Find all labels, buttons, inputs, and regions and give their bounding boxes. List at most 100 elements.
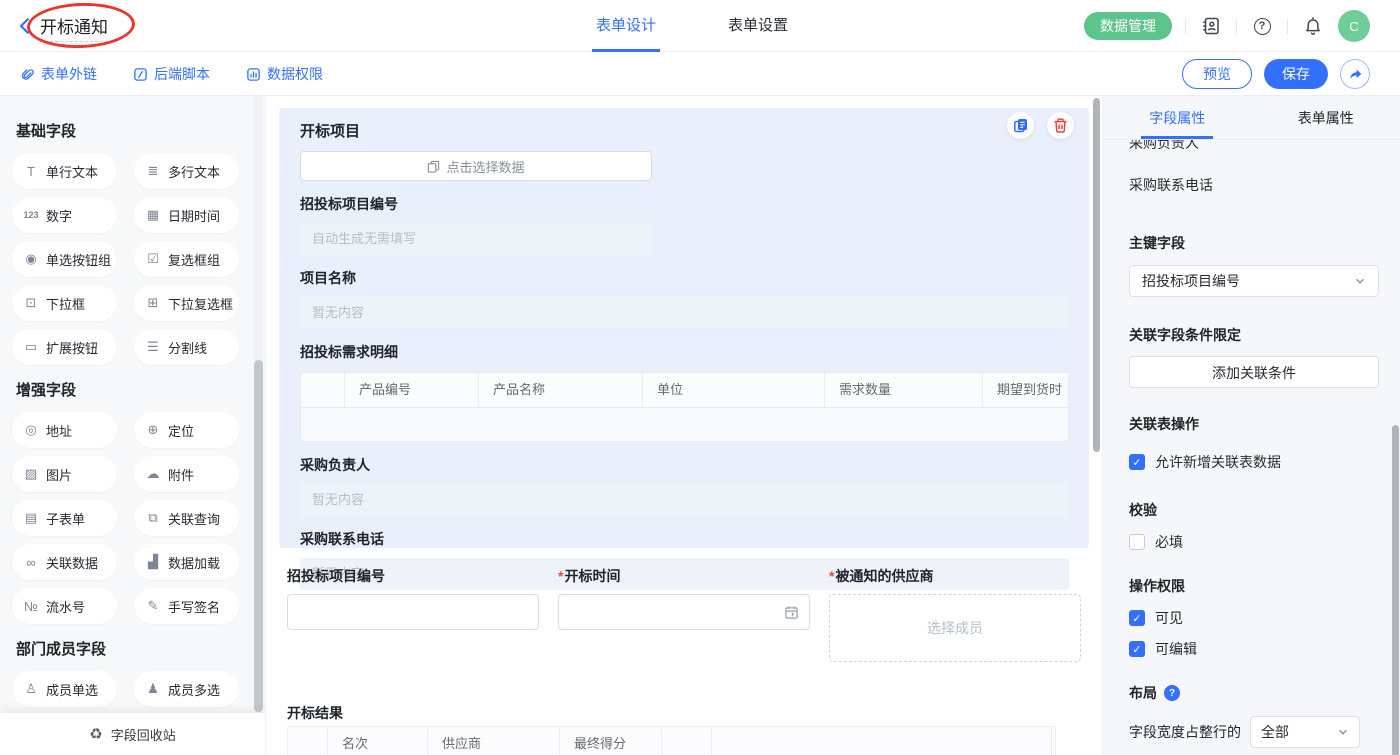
result-table-wrap: 名次供应商最终得分 [287, 726, 1056, 755]
properties-panel: 字段属性 表单属性 采购负责人 采购联系电话 主键字段 招投标项目编号 关联字段… [1102, 96, 1400, 755]
notification-bell-icon[interactable] [1301, 14, 1325, 38]
field-pill-text-single[interactable]: T单行文本 [12, 153, 117, 189]
field-pill-attachment[interactable]: ☁附件 [134, 456, 239, 492]
field-pill-datetime[interactable]: ▦日期时间 [134, 197, 239, 233]
field-pill-checkbox-group[interactable]: ☑复选框组 [134, 241, 239, 277]
delete-button[interactable] [1047, 112, 1074, 139]
checkbox-checked[interactable]: ✓ [1129, 610, 1145, 626]
help-icon[interactable]: ? [1250, 14, 1274, 38]
recycle-label: 字段回收站 [111, 725, 176, 744]
form-canvas[interactable]: 开标项目 点击选择数据 招投标项目编号 自动生成无需填写 项目名称 暂无内容 招… [265, 96, 1102, 755]
field-pill-member-single[interactable]: ♙成员单选 [12, 671, 117, 707]
field-label: 招投标项目编号 [287, 566, 539, 583]
table-column-header: 期望到货时 [983, 373, 1069, 407]
checkbox-checked[interactable]: ✓ [1129, 641, 1145, 657]
field-pill-subform[interactable]: ▤子表单 [12, 500, 117, 536]
group-title: 开标项目 [300, 120, 1069, 141]
field-pill-signature[interactable]: ✎手写签名 [134, 588, 239, 624]
checkbox-checked[interactable]: ✓ [1129, 454, 1145, 470]
divider [1236, 19, 1237, 34]
link-label: 后端脚本 [154, 64, 210, 84]
field-pill-image[interactable]: ▨图片 [12, 456, 117, 492]
share-button[interactable] [1340, 59, 1370, 89]
field-pill-location[interactable]: ⊕定位 [134, 412, 239, 448]
field-input-readonly[interactable]: 暂无内容 [300, 297, 1069, 329]
layout-help-icon[interactable]: ? [1164, 685, 1180, 701]
detail-table: 产品编号产品名称单位需求数量期望到货时 [300, 372, 1069, 442]
text-input[interactable] [287, 594, 539, 630]
preview-button[interactable]: 预览 [1182, 59, 1252, 89]
field-pill-data-load[interactable]: ▟ 数据加载 [134, 544, 239, 580]
copy-button[interactable] [1007, 112, 1034, 139]
field-pill-member-multi[interactable]: ♟成员多选 [134, 671, 239, 707]
data-manage-button[interactable]: 数据管理 [1084, 12, 1172, 40]
field-pill-relation-query[interactable]: ⧉关联查询 [134, 500, 239, 536]
trash-icon [1052, 117, 1069, 134]
field-pill-label: 关联数据 [46, 553, 98, 572]
secondary-toolbar: 表单外链 后端脚本 数据权限 预览 保存 [0, 52, 1400, 96]
calendar-icon [784, 605, 799, 620]
field-open-time[interactable]: 开标时间 [558, 566, 810, 662]
field-recycle-bin[interactable]: ♻ 字段回收站 [0, 713, 265, 755]
sidebar-scrollbar-thumb[interactable] [254, 360, 263, 712]
backend-script-link[interactable]: 后端脚本 [133, 64, 210, 84]
add-condition-button[interactable]: 添加关联条件 [1129, 356, 1379, 388]
field-pill-number[interactable]: 123数字 [12, 197, 117, 233]
properties-scrollbar-thumb[interactable] [1392, 425, 1399, 755]
sidebar-pill-grid: ♙成员单选 ♟成员多选 [12, 671, 239, 707]
field-pill-select[interactable]: ⊡下拉框 [12, 285, 117, 321]
form-external-link[interactable]: 表单外链 [20, 64, 97, 84]
table-column-header: 最终得分 [560, 727, 662, 755]
list-item: 采购联系电话 [1129, 175, 1378, 195]
result-table-header: 名次供应商最终得分 [288, 727, 1055, 755]
field-pill-text-multi[interactable]: ≣多行文本 [134, 153, 239, 189]
image-icon: ▨ [23, 466, 39, 482]
primary-key-select[interactable]: 招投标项目编号 [1129, 265, 1379, 297]
field-pill-relation-data[interactable]: ∞关联数据 [12, 544, 117, 580]
editable-checkbox-row: ✓ 可编辑 [1129, 639, 1378, 659]
tab-form-settings[interactable]: 表单设置 [728, 0, 788, 52]
width-label: 字段宽度占整行的 [1129, 722, 1241, 742]
member-picker[interactable]: 选择成员 [829, 594, 1081, 662]
checkbox-unchecked[interactable] [1129, 534, 1145, 550]
tab-field-properties[interactable]: 字段属性 [1103, 96, 1252, 139]
select-data-button[interactable]: 点击选择数据 [300, 151, 652, 181]
field-notified-suppliers[interactable]: 被通知的供应商 选择成员 [829, 566, 1081, 662]
field-input-readonly[interactable]: 暂无内容 [300, 484, 1069, 516]
detail-table-header: 产品编号产品名称单位需求数量期望到货时 [301, 373, 1068, 408]
field-input-readonly[interactable]: 自动生成无需填写 [300, 223, 652, 255]
canvas-scrollbar-thumb[interactable] [1093, 98, 1100, 452]
selected-field-group[interactable]: 开标项目 点击选择数据 招投标项目编号 自动生成无需填写 项目名称 暂无内容 招… [279, 108, 1089, 548]
field-pill-label: 数据加载 [168, 553, 220, 572]
field-pill-label: 下拉复选框 [168, 294, 233, 313]
date-input[interactable] [558, 594, 810, 630]
field-pill-extend-button[interactable]: ▭扩展按钮 [12, 329, 117, 365]
tab-form-design[interactable]: 表单设计 [596, 0, 656, 52]
width-select[interactable]: 全部 [1250, 716, 1360, 748]
table-column-header: 供应商 [428, 727, 560, 755]
field-pill-radio-group[interactable]: ◉单选按钮组 [12, 241, 117, 277]
signature-icon: ✎ [145, 598, 161, 614]
toolbar-links: 表单外链 后端脚本 数据权限 [20, 52, 323, 96]
sidebar-section-title: 增强字段 [16, 379, 239, 400]
attachment-icon: ☁ [145, 466, 161, 482]
field-pill-label: 成员单选 [46, 680, 98, 699]
data-permission-link[interactable]: 数据权限 [246, 64, 323, 84]
contact-book-icon[interactable] [1199, 14, 1223, 38]
field-pill-divider[interactable]: ☰分割线 [134, 329, 239, 365]
result-table: 名次供应商最终得分 [287, 726, 1056, 755]
save-button[interactable]: 保存 [1264, 59, 1328, 89]
back-button[interactable] [16, 17, 34, 35]
divider [1185, 19, 1186, 34]
toolbar-actions: 预览 保存 [1182, 59, 1370, 89]
field-project-number[interactable]: 招投标项目编号 [287, 566, 539, 662]
user-avatar[interactable]: C [1338, 10, 1370, 42]
field-pill-serial-number[interactable]: №流水号 [12, 588, 117, 624]
field-pill-multi-select[interactable]: ⊞下拉复选框 [134, 285, 239, 321]
field-pill-address[interactable]: ◎地址 [12, 412, 117, 448]
form-title[interactable]: 开标通知 [40, 13, 108, 42]
select-data-icon [427, 160, 440, 173]
field-pill-label: 日期时间 [168, 206, 220, 225]
data-load-icon: ▟ [145, 554, 161, 570]
tab-form-properties[interactable]: 表单属性 [1252, 96, 1400, 139]
